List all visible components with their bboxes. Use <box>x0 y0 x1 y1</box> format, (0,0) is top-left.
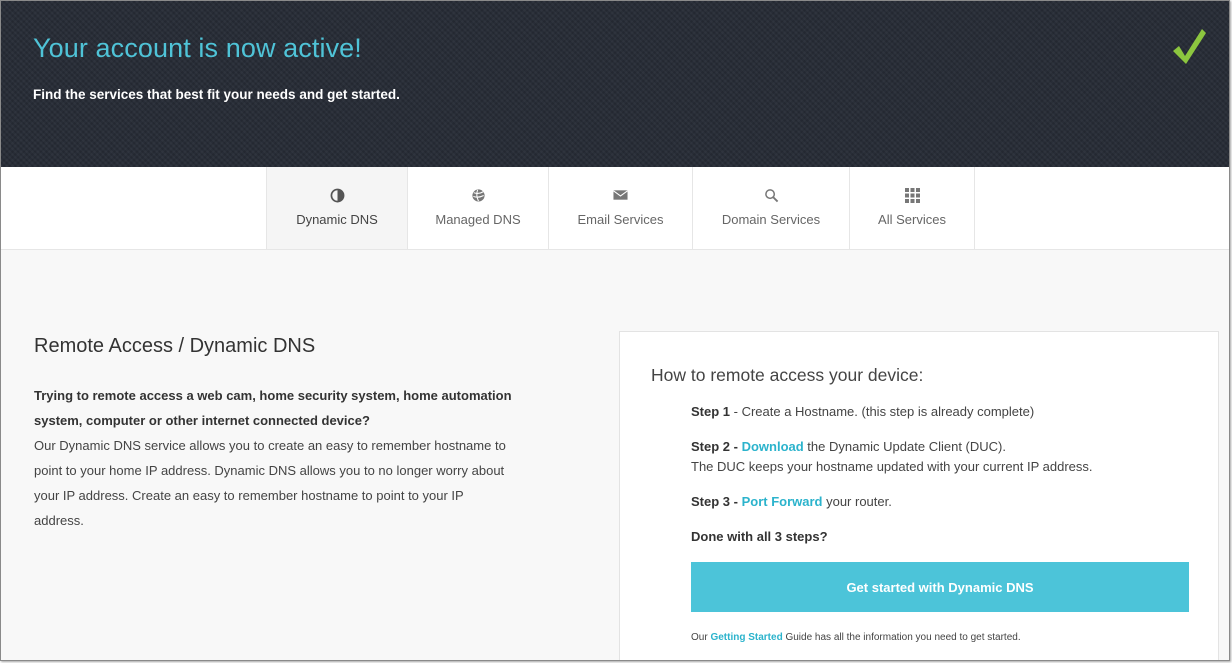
step-2: Step 2 - Download the Dynamic Update Cli… <box>691 437 1093 477</box>
card-title: How to remote access your device: <box>651 365 924 385</box>
download-link[interactable]: Download <box>742 439 804 454</box>
footer-prefix: Our <box>691 632 711 643</box>
tab-dynamic-dns[interactable]: Dynamic DNS <box>266 167 407 249</box>
section-title: Remote Access / Dynamic DNS <box>34 335 316 357</box>
step-text: your router. <box>822 494 892 509</box>
section-body: Our Dynamic DNS service allows you to cr… <box>34 438 506 528</box>
half-circle-icon <box>330 187 345 203</box>
port-forward-link[interactable]: Port Forward <box>742 494 823 509</box>
tab-label: All Services <box>878 212 946 227</box>
tab-label: Managed DNS <box>435 212 521 227</box>
card-footer: Our Getting Started Guide has all the in… <box>691 632 1021 643</box>
section-description: Trying to remote access a web cam, home … <box>34 383 512 533</box>
service-tabs: Dynamic DNS Managed DNS Email Services D… <box>266 167 975 249</box>
tab-managed-dns[interactable]: Managed DNS <box>407 167 548 249</box>
step-separator: - <box>730 439 742 454</box>
checkmark-icon <box>1173 29 1206 64</box>
step-label: Step 3 <box>691 494 731 509</box>
hero-title: Your account is now active! <box>33 33 362 63</box>
tab-label: Domain Services <box>721 212 821 227</box>
getting-started-link[interactable]: Getting Started <box>710 632 782 643</box>
step-text: the Dynamic Update Client (DUC). <box>803 439 1006 454</box>
hero-banner: Your account is now active! Find the ser… <box>1 1 1229 167</box>
envelope-icon <box>613 187 628 203</box>
tab-label: Dynamic DNS <box>296 212 378 227</box>
step-3: Step 3 - Port Forward your router. <box>691 492 892 512</box>
tab-label: Email Services <box>577 212 664 227</box>
globe-icon <box>471 187 486 203</box>
get-started-button[interactable]: Get started with Dynamic DNS <box>691 562 1189 612</box>
hero-subtitle: Find the services that best fit your nee… <box>33 87 400 102</box>
steps-card: How to remote access your device: Step 1… <box>619 331 1219 660</box>
step-1: Step 1 - Create a Hostname. (this step i… <box>691 402 1034 422</box>
step-label: Step 1 <box>691 404 731 419</box>
section-lead: Trying to remote access a web cam, home … <box>34 388 512 428</box>
tab-domain-services[interactable]: Domain Services <box>692 167 849 249</box>
step-separator: - <box>730 494 742 509</box>
step-text: - Create a Hostname. (this step is alrea… <box>730 404 1035 419</box>
done-text: Done with all 3 steps? <box>691 529 828 544</box>
tab-email-services[interactable]: Email Services <box>548 167 692 249</box>
search-icon <box>764 187 779 203</box>
grid-icon <box>904 187 920 203</box>
tab-all-services[interactable]: All Services <box>849 167 975 249</box>
step-text-line2: The DUC keeps your hostname updated with… <box>691 459 1093 474</box>
page-frame: Your account is now active! Find the ser… <box>0 0 1230 661</box>
footer-suffix: Guide has all the information you need t… <box>782 632 1021 643</box>
done-question: Done with all 3 steps? <box>691 527 828 547</box>
service-tabbar: Dynamic DNS Managed DNS Email Services D… <box>1 167 1229 250</box>
step-label: Step 2 <box>691 439 731 454</box>
